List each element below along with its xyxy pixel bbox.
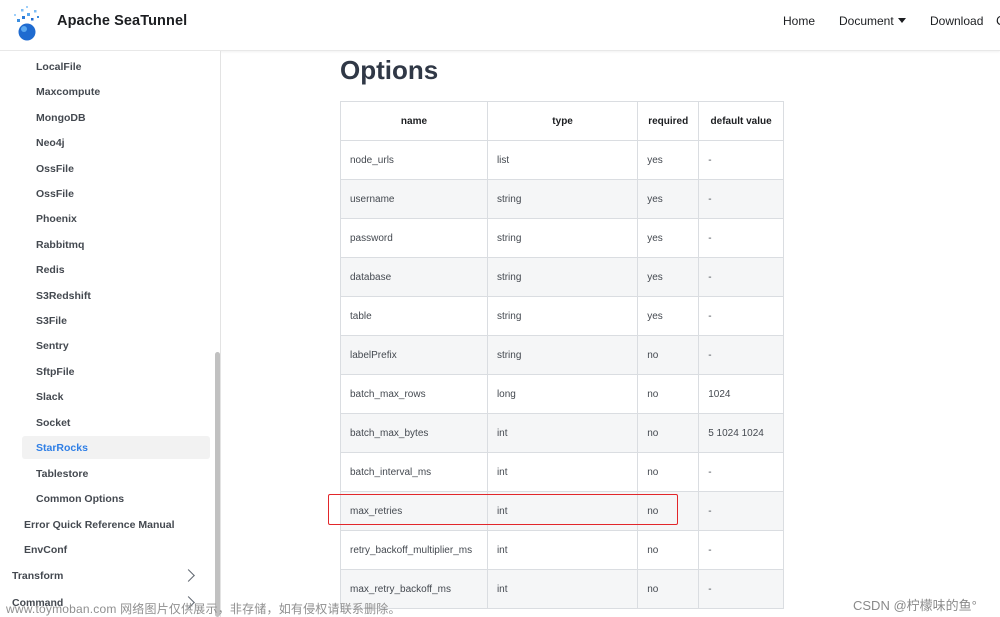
cell-required: yes xyxy=(637,257,700,297)
column-header-required: required xyxy=(637,101,700,141)
page-title: Options xyxy=(340,55,439,85)
nav-document-label: Document xyxy=(839,14,894,28)
column-header-default-value: default value xyxy=(698,101,784,141)
nav-home[interactable]: Home xyxy=(783,14,815,28)
cell-type: string xyxy=(486,257,639,297)
sidebar-item-ossfile[interactable]: OssFile xyxy=(36,163,74,175)
table-row: retry_backoff_multiplier_ms int no - xyxy=(340,530,784,570)
cell-name: batch_interval_ms xyxy=(340,452,488,492)
top-nav-links: Home Document Download xyxy=(0,14,1000,34)
table-row: table string yes - xyxy=(340,296,784,336)
cell-default-value: - xyxy=(698,530,784,570)
table-row: batch_max_rows long no 1024 xyxy=(340,374,784,414)
cell-type: string xyxy=(486,335,639,375)
cell-default-value: - xyxy=(698,452,784,492)
sidebar-item-sentry[interactable]: Sentry xyxy=(36,340,69,352)
cell-name: database xyxy=(340,257,488,297)
cell-required: no xyxy=(637,335,700,375)
table-header-row: name type required default value xyxy=(340,101,784,141)
cell-type: string xyxy=(486,218,639,258)
cell-required: yes xyxy=(637,140,700,180)
sidebar-section-transform[interactable]: Transform xyxy=(12,570,63,582)
cell-type: int xyxy=(486,530,639,570)
table-row: batch_max_bytes int no 5 1024 1024 xyxy=(340,413,784,453)
nav-download[interactable]: Download xyxy=(930,14,983,28)
cell-type: int xyxy=(486,452,639,492)
cell-default-value: - xyxy=(698,218,784,258)
sidebar-item-ossfile-2[interactable]: OssFile xyxy=(36,188,74,200)
table-row: database string yes - xyxy=(340,257,784,297)
sidebar-item-tablestore[interactable]: Tablestore xyxy=(36,468,88,480)
cell-type: int xyxy=(486,413,639,453)
table-row: labelPrefix string no - xyxy=(340,335,784,375)
watermark-left: www.toymoban.com 网络图片仅供展示，非存储，如有侵权请联系删除。 xyxy=(6,602,401,616)
docs-sidebar: LocalFile Maxcompute MongoDB Neo4j OssFi… xyxy=(0,51,221,617)
cell-name: node_urls xyxy=(340,140,488,180)
options-table: name type required default value node_ur… xyxy=(340,101,784,609)
cell-default-value: - xyxy=(698,296,784,336)
cell-name: batch_max_bytes xyxy=(340,413,488,453)
sidebar-item-sftpfile[interactable]: SftpFile xyxy=(36,366,75,378)
cell-required: yes xyxy=(637,218,700,258)
table-row: batch_interval_ms int no - xyxy=(340,452,784,492)
sidebar-item-maxcompute[interactable]: Maxcompute xyxy=(36,86,100,98)
caret-down-icon xyxy=(897,18,906,23)
cell-name: table xyxy=(340,296,488,336)
cell-name: password xyxy=(340,218,488,258)
sidebar-item-starrocks[interactable]: StarRocks xyxy=(36,442,88,454)
table-row: max_retry_backoff_ms int no - xyxy=(340,569,784,609)
sidebar-item-slack[interactable]: Slack xyxy=(36,391,63,403)
cell-type: string xyxy=(486,296,639,336)
sidebar-item-localfile[interactable]: LocalFile xyxy=(36,61,82,73)
sidebar-item-rabbitmq[interactable]: Rabbitmq xyxy=(36,239,84,251)
cell-required: no xyxy=(637,569,700,609)
table-row: username string yes - xyxy=(340,179,784,219)
cell-default-value: 1024 xyxy=(698,374,784,414)
cell-default-value: - xyxy=(698,491,784,531)
cell-default-value: - xyxy=(698,569,784,609)
column-header-name: name xyxy=(340,101,488,141)
cell-required: no xyxy=(637,530,700,570)
column-header-type: type xyxy=(486,101,639,141)
cell-default-value: - xyxy=(698,179,784,219)
cell-name: retry_backoff_multiplier_ms xyxy=(340,530,488,570)
cell-required: no xyxy=(637,374,700,414)
highlight-box xyxy=(328,494,678,525)
cell-type: string xyxy=(486,179,639,219)
sidebar-item-socket[interactable]: Socket xyxy=(36,417,70,429)
cell-default-value: - xyxy=(698,335,784,375)
cell-default-value: 5 1024 1024 xyxy=(698,413,784,453)
chevron-right-icon[interactable] xyxy=(182,569,195,582)
nav-item-cutoff[interactable]: C xyxy=(996,13,1000,28)
cell-required: yes xyxy=(637,296,700,336)
table-row: node_urls list yes - xyxy=(340,140,784,180)
cell-type: long xyxy=(486,374,639,414)
cell-type: int xyxy=(486,569,639,609)
sidebar-scrollbar[interactable] xyxy=(215,352,220,617)
sidebar-section-error-manual[interactable]: Error Quick Reference Manual xyxy=(24,519,175,531)
sidebar-item-mongodb[interactable]: MongoDB xyxy=(36,112,86,124)
cell-required: no xyxy=(637,413,700,453)
sidebar-item-redis[interactable]: Redis xyxy=(36,264,65,276)
sidebar-item-common-options[interactable]: Common Options xyxy=(36,493,124,505)
sidebar-item-phoenix[interactable]: Phoenix xyxy=(36,213,77,225)
cell-name: username xyxy=(340,179,488,219)
cell-type: list xyxy=(486,140,639,180)
sidebar-section-envconf[interactable]: EnvConf xyxy=(24,544,67,556)
sidebar-item-s3file[interactable]: S3File xyxy=(36,315,67,327)
cell-name: labelPrefix xyxy=(340,335,488,375)
watermark-right: CSDN @柠檬味的鱼° xyxy=(853,598,977,613)
cell-default-value: - xyxy=(698,140,784,180)
cell-default-value: - xyxy=(698,257,784,297)
cell-required: yes xyxy=(637,179,700,219)
sidebar-item-s3redshift[interactable]: S3Redshift xyxy=(36,290,91,302)
sidebar-item-neo4j[interactable]: Neo4j xyxy=(36,137,65,149)
nav-document[interactable]: Document xyxy=(839,14,906,28)
cell-name: batch_max_rows xyxy=(340,374,488,414)
top-navbar: Apache SeaTunnel Home Document Download … xyxy=(0,0,1000,51)
cell-required: no xyxy=(637,452,700,492)
table-row: password string yes - xyxy=(340,218,784,258)
